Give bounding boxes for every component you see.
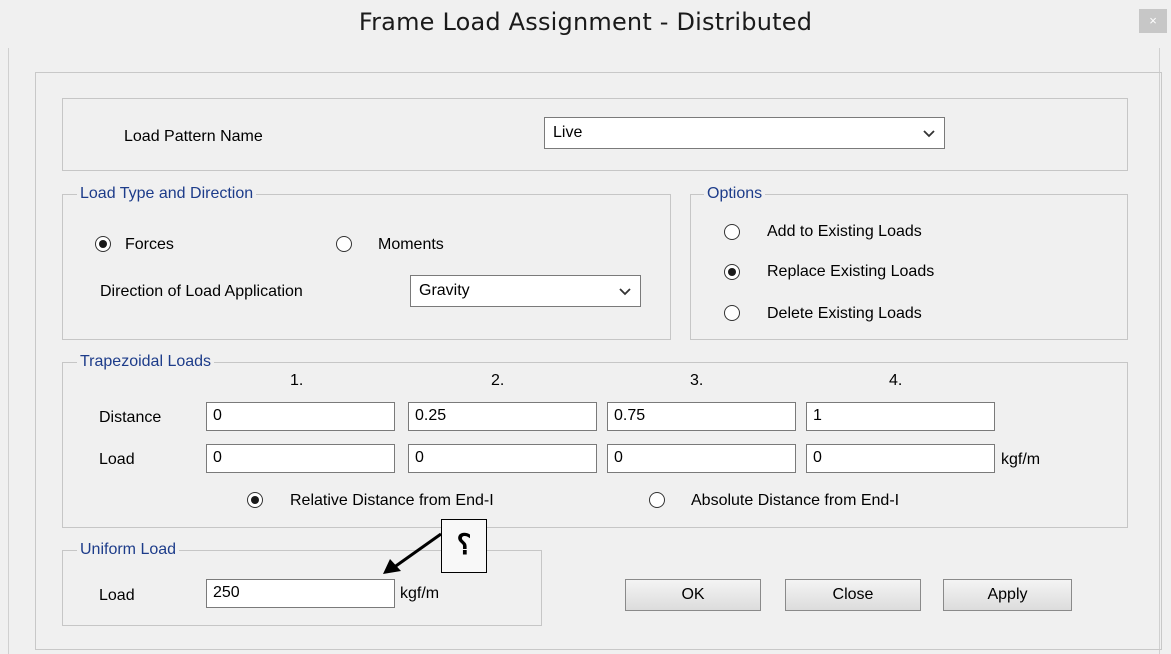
forces-radio[interactable] [95, 236, 111, 252]
close-icon[interactable]: × [1139, 9, 1167, 33]
replace-existing-label: Replace Existing Loads [767, 263, 935, 280]
direction-select[interactable]: Gravity [410, 275, 641, 307]
trapezoidal-legend: Trapezoidal Loads [77, 353, 215, 371]
load-input-2[interactable]: 0 [408, 444, 597, 473]
load-label: Load [99, 451, 135, 468]
trapezoidal-unit: kgf/m [1001, 451, 1041, 468]
moments-radio[interactable] [336, 236, 352, 252]
delete-existing-label: Delete Existing Loads [767, 305, 922, 322]
distance-input-3[interactable]: 0.75 [607, 402, 796, 431]
close-button[interactable]: Close [785, 579, 921, 611]
options-legend: Options [704, 185, 766, 203]
replace-existing-radio[interactable] [724, 264, 740, 280]
add-existing-label: Add to Existing Loads [767, 223, 922, 240]
annotation-arrow-icon [383, 532, 442, 574]
add-existing-radio[interactable] [724, 224, 740, 240]
load-input-4[interactable]: 0 [806, 444, 995, 473]
load-pattern-value: Live [553, 124, 583, 141]
load-input-1[interactable]: 0 [206, 444, 395, 473]
title-bar: Frame Load Assignment - Distributed × [0, 0, 1171, 48]
apply-button[interactable]: Apply [943, 579, 1072, 611]
uniform-load-label: Load [99, 587, 135, 604]
uniform-load-legend: Uniform Load [77, 541, 180, 559]
relative-distance-label: Relative Distance from End-I [290, 492, 494, 509]
distance-input-1[interactable]: 0 [206, 402, 395, 431]
load-input-3[interactable]: 0 [607, 444, 796, 473]
question-mark-annotation: ؟ [441, 519, 487, 573]
column-header-4: 4. [889, 372, 903, 389]
direction-value: Gravity [419, 282, 470, 299]
uniform-load-input[interactable]: 250 [206, 579, 395, 608]
column-header-3: 3. [690, 372, 704, 389]
chevron-down-icon [618, 278, 632, 304]
load-type-group [62, 194, 671, 340]
window-title: Frame Load Assignment - Distributed [358, 8, 813, 36]
direction-label: Direction of Load Application [100, 283, 303, 300]
load-pattern-select[interactable]: Live [544, 117, 945, 149]
delete-existing-radio[interactable] [724, 305, 740, 321]
distance-label: Distance [99, 409, 162, 426]
distance-input-4[interactable]: 1 [806, 402, 995, 431]
absolute-distance-label: Absolute Distance from End-I [691, 492, 900, 509]
forces-label: Forces [125, 236, 174, 253]
load-pattern-label: Load Pattern Name [124, 128, 263, 145]
absolute-distance-radio[interactable] [649, 492, 665, 508]
relative-distance-radio[interactable] [247, 492, 263, 508]
ok-button[interactable]: OK [625, 579, 761, 611]
uniform-load-unit: kgf/m [400, 585, 440, 602]
column-header-2: 2. [491, 372, 505, 389]
load-type-legend: Load Type and Direction [77, 185, 257, 203]
column-header-1: 1. [290, 372, 304, 389]
chevron-down-icon [922, 120, 936, 146]
distance-input-2[interactable]: 0.25 [408, 402, 597, 431]
moments-label: Moments [378, 236, 444, 253]
